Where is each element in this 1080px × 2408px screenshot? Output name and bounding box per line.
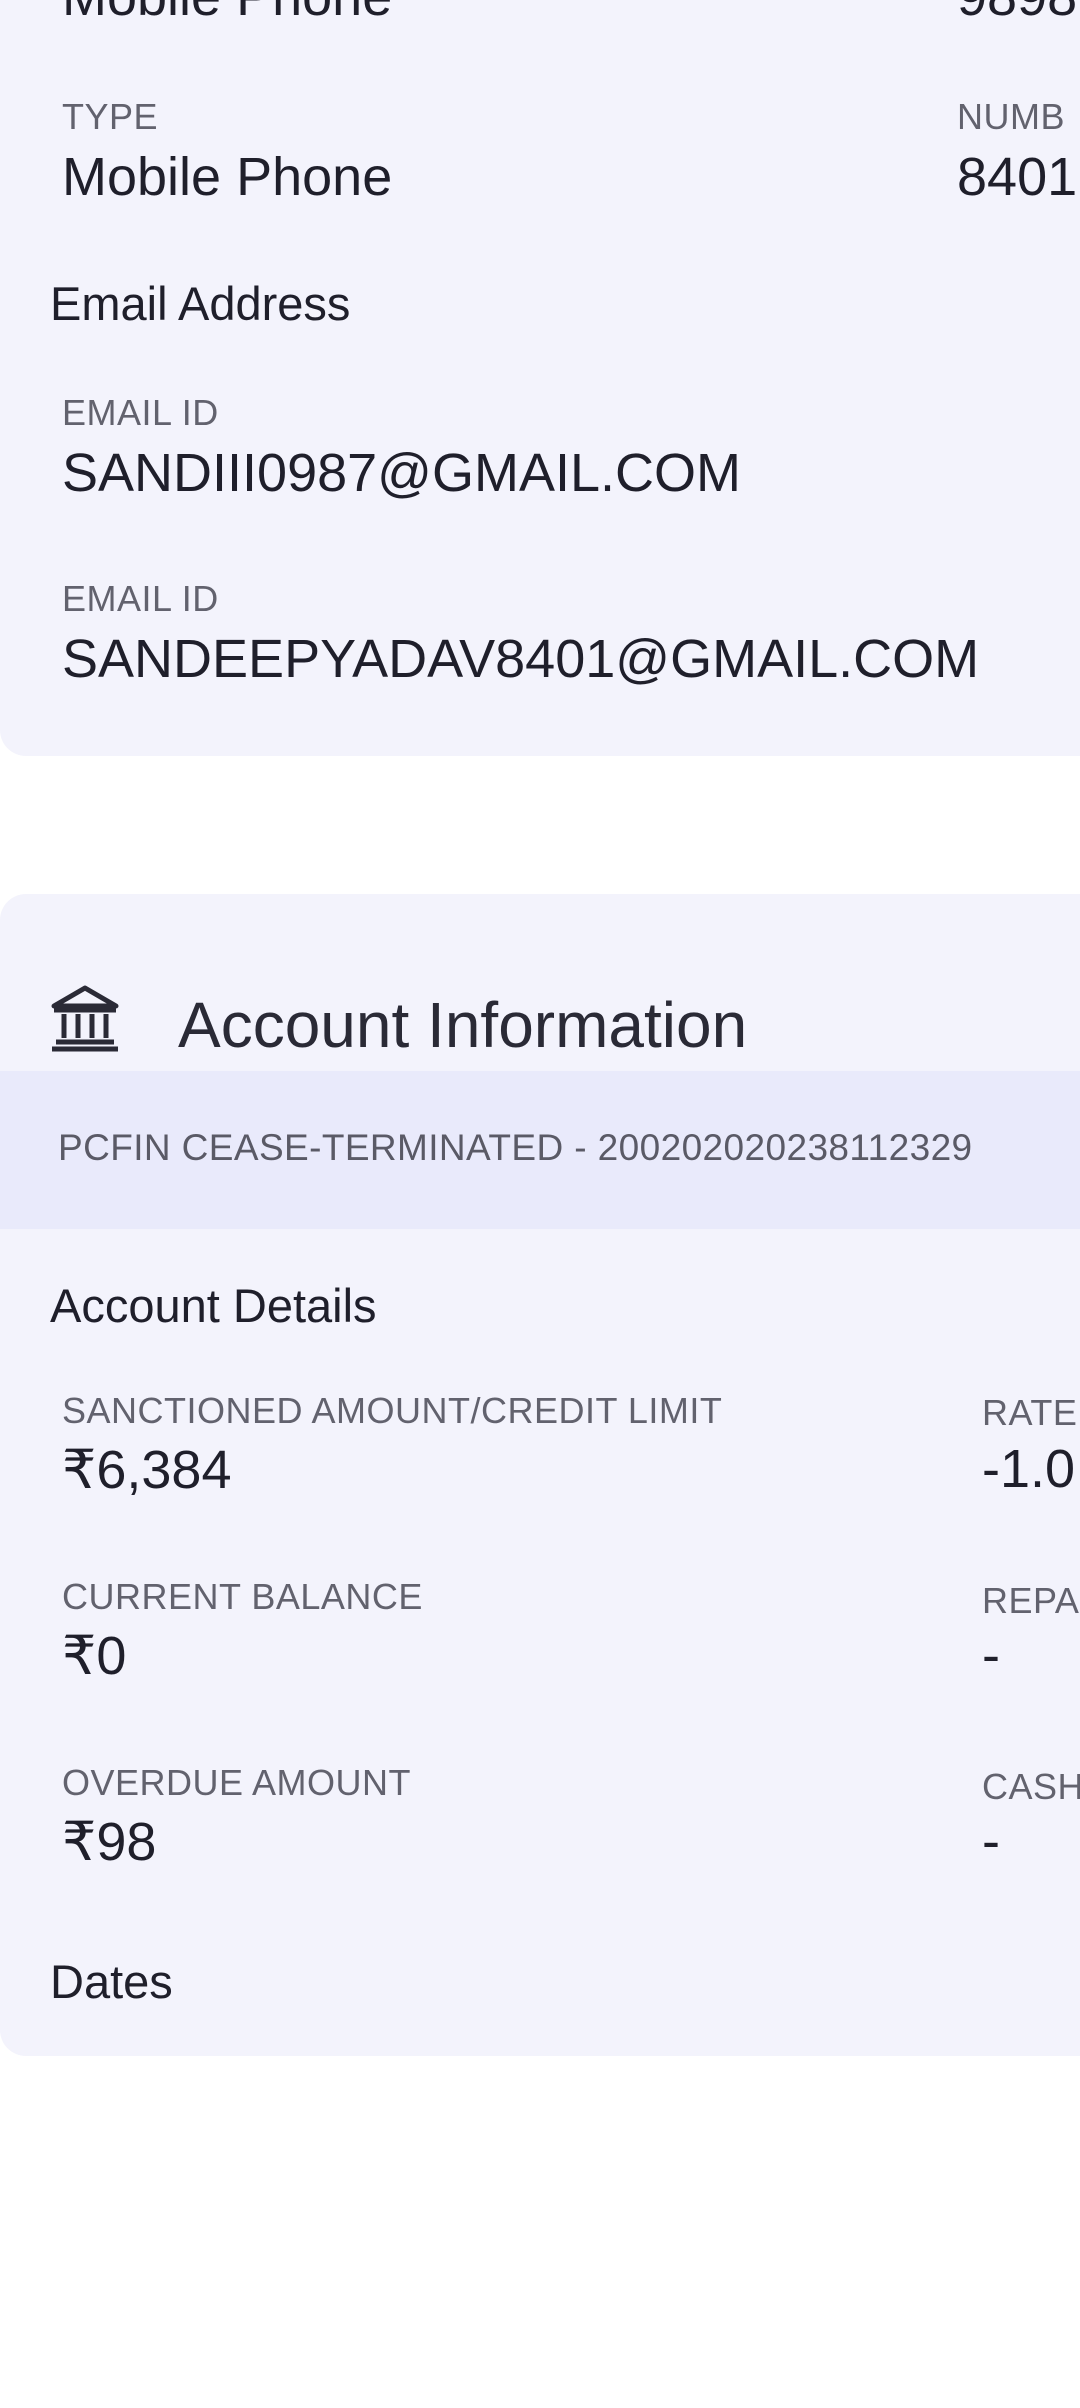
sanctioned-amount-value: ₹6,384	[62, 1440, 232, 1500]
account-details-title: Account Details	[50, 1279, 377, 1332]
overdue-amount-label: OVERDUE AMOUNT	[62, 1762, 412, 1803]
account-name: PCFIN CEASE-TERMINATED - 200202020238112…	[58, 1127, 973, 1168]
current-balance-label: CURRENT BALANCE	[62, 1576, 423, 1617]
dates-title: Dates	[50, 1955, 173, 2008]
screen: Mobile Phone 9898 TYPE Mobile Phone NUMB…	[0, 0, 1080, 2408]
bank-icon	[48, 980, 122, 1054]
repayment-value: -	[982, 1625, 1000, 1685]
account-heading: Account Information	[178, 989, 748, 1061]
sanctioned-amount-label: SANCTIONED AMOUNT/CREDIT LIMIT	[62, 1390, 723, 1431]
cash-value: -	[982, 1811, 1000, 1871]
prev-phone-number-value: 9898	[957, 0, 1077, 28]
phone-type-label: TYPE	[62, 96, 159, 137]
phone-number-value: 8401	[957, 147, 1078, 207]
contact-card: Mobile Phone 9898 TYPE Mobile Phone NUMB…	[0, 0, 1080, 756]
current-balance-value: ₹0	[62, 1626, 127, 1686]
repayment-label: REPA	[982, 1580, 1080, 1621]
phone-number-label: NUMB	[957, 96, 1065, 137]
account-row[interactable]: PCFIN CEASE-TERMINATED - 200202020238112…	[0, 1071, 1080, 1229]
cash-label: CASH	[982, 1766, 1080, 1807]
email-section-title: Email Address	[50, 277, 351, 330]
overdue-amount-value: ₹98	[62, 1812, 157, 1872]
email-label-2: EMAIL ID	[62, 578, 219, 619]
email-value-1: SANDIII0987@GMAIL.COM	[62, 443, 742, 503]
rate-label: RATE	[982, 1392, 1078, 1433]
phone-type-value: Mobile Phone	[62, 147, 393, 207]
account-card: Account Information PCFIN CEASE-TERMINAT…	[0, 894, 1080, 2056]
email-value-2: SANDEEPYADAV8401@GMAIL.COM	[62, 629, 980, 689]
prev-phone-type-value: Mobile Phone	[62, 0, 392, 28]
rate-value: -1.0	[982, 1439, 1076, 1499]
email-label-1: EMAIL ID	[62, 392, 219, 433]
